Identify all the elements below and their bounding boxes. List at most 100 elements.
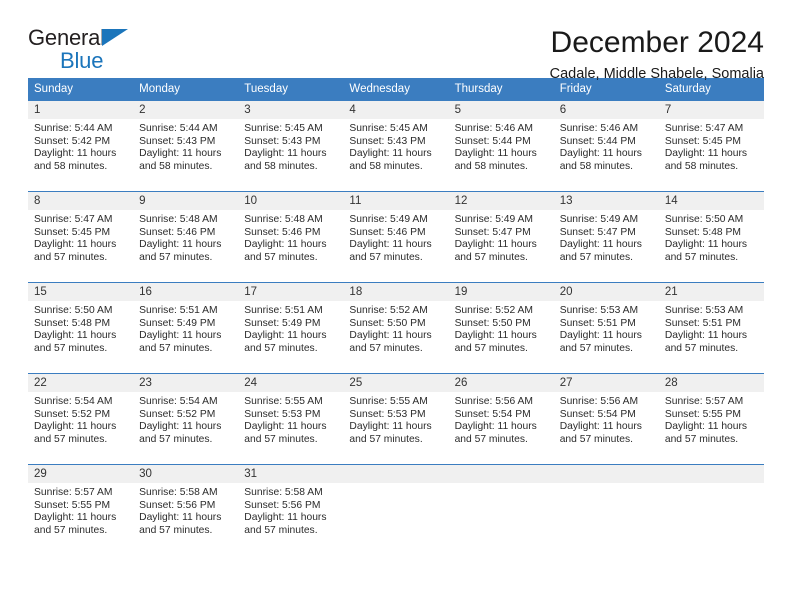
daylight-text-line1: Daylight: 11 hours: [559, 421, 642, 433]
day-cell[interactable]: 26 Sunrise: 5:56 AM Sunset: 5:54 PM Dayligh…: [448, 373, 554, 465]
sunset-text: Sunset: 5:42 PM: [34, 135, 111, 147]
daylight-text-line2: and 57 minutes.: [664, 251, 739, 263]
day-cell[interactable]: 1 Sunrise: 5:44 AM Sunset: 5:42 PM Daylight…: [28, 100, 134, 192]
calendar-page: General Blue December 2024 Cadale, Middl…: [0, 0, 792, 612]
daylight-text-line2: and 58 minutes.: [139, 160, 213, 172]
sunset-text: Sunset: 5:48 PM: [34, 317, 111, 329]
daylight-text-line2: and 58 minutes.: [559, 160, 633, 172]
daylight-text-line2: and 57 minutes.: [559, 251, 633, 263]
sunset-text: Sunset: 5:50 PM: [349, 317, 426, 329]
day-cell[interactable]: 19 Sunrise: 5:52 AM Sunset: 5:50 PM Dayligh…: [448, 282, 554, 374]
day-cell[interactable]: 27 Sunrise: 5:56 AM Sunset: 5:54 PM Dayligh…: [553, 373, 659, 465]
day-cell[interactable]: 29 Sunrise: 5:57 AM Sunset: 5:55 PM Dayligh…: [28, 464, 134, 555]
day-cell[interactable]: 20 Sunrise: 5:53 AM Sunset: 5:51 PM Dayligh…: [553, 282, 659, 374]
sunset-text: Sunset: 5:47 PM: [559, 226, 636, 238]
day-cell[interactable]: 17 Sunrise: 5:51 AM Sunset: 5:49 PM Dayligh…: [238, 282, 344, 374]
day-cell[interactable]: 2 Sunrise: 5:44 AM Sunset: 5:43 PM Daylight…: [133, 100, 239, 192]
day-details: Sunrise: 5:58 AM Sunset: 5:56 PM Daylight:…: [133, 483, 238, 537]
sunrise-text: Sunrise: 5:48 AM: [139, 214, 218, 225]
daylight-text-line1: Daylight: 11 hours: [664, 239, 748, 251]
daylight-text-line1: Daylight: 11 hours: [244, 512, 327, 524]
sunset-text: Sunset: 5:49 PM: [139, 317, 216, 329]
daylight-text-line1: Daylight: 11 hours: [349, 148, 432, 160]
daylight-text-line2: and 57 minutes.: [34, 342, 108, 354]
day-details: Sunrise: 5:52 AM Sunset: 5:50 PM Daylight:…: [343, 301, 448, 355]
sunrise-text: Sunrise: 5:57 AM: [664, 396, 744, 407]
sunset-text: Sunset: 5:55 PM: [34, 499, 111, 511]
day-cell[interactable]: 4 Sunrise: 5:45 AM Sunset: 5:43 PM Daylight…: [343, 100, 449, 192]
day-number: 21: [658, 283, 764, 301]
day-cell-empty: [448, 464, 554, 555]
day-cell[interactable]: 9 Sunrise: 5:48 AM Sunset: 5:46 PM Daylight…: [133, 191, 239, 283]
day-cell[interactable]: 10 Sunrise: 5:48 AM Sunset: 5:46 PM Dayligh…: [238, 191, 344, 283]
day-details: Sunrise: 5:46 AM Sunset: 5:44 PM Daylight:…: [554, 119, 659, 173]
sunrise-sunset-calendar: Sunday Monday Tuesday Wednesday Thursday…: [28, 78, 764, 555]
daylight-text-line1: Daylight: 11 hours: [349, 330, 432, 342]
sunset-text: Sunset: 5:45 PM: [664, 135, 741, 147]
daylight-text-line2: and 58 minutes.: [244, 160, 318, 172]
daylight-text-line2: and 57 minutes.: [349, 342, 423, 354]
day-cell[interactable]: 23 Sunrise: 5:54 AM Sunset: 5:52 PM Dayligh…: [133, 373, 239, 465]
day-cell[interactable]: 7 Sunrise: 5:47 AM Sunset: 5:45 PM Daylight…: [658, 100, 764, 192]
day-number: 24: [238, 374, 344, 392]
sunset-text: Sunset: 5:44 PM: [454, 135, 531, 147]
calendar-week-row: 1 Sunrise: 5:44 AM Sunset: 5:42 PM Daylight…: [28, 100, 764, 192]
daylight-text-line2: and 57 minutes.: [139, 342, 213, 354]
day-cell[interactable]: 21 Sunrise: 5:53 AM Sunset: 5:51 PM Dayligh…: [658, 282, 764, 374]
daylight-text-line1: Daylight: 11 hours: [664, 148, 748, 160]
day-details: Sunrise: 5:49 AM Sunset: 5:46 PM Daylight:…: [343, 210, 448, 264]
daylight-text-line2: and 57 minutes.: [349, 433, 423, 445]
page-subtitle: Cadale, Middle Shabele, Somalia: [549, 66, 764, 82]
day-number: 10: [238, 192, 344, 210]
sunset-text: Sunset: 5:43 PM: [139, 135, 216, 147]
day-cell[interactable]: 15 Sunrise: 5:50 AM Sunset: 5:48 PM Dayligh…: [28, 282, 134, 374]
general-blue-logo[interactable]: General Blue: [28, 26, 148, 73]
day-cell[interactable]: 28 Sunrise: 5:57 AM Sunset: 5:55 PM Dayligh…: [658, 373, 764, 465]
day-number: 17: [238, 283, 344, 301]
day-details: Sunrise: 5:57 AM Sunset: 5:55 PM Daylight:…: [659, 392, 764, 446]
daylight-text-line2: and 57 minutes.: [664, 433, 739, 445]
daylight-text-line1: Daylight: 11 hours: [34, 239, 117, 251]
day-details: Sunrise: 5:57 AM Sunset: 5:55 PM Daylight:…: [28, 483, 133, 537]
day-cell[interactable]: 14 Sunrise: 5:50 AM Sunset: 5:48 PM Dayligh…: [658, 191, 764, 283]
day-details: Sunrise: 5:53 AM Sunset: 5:51 PM Daylight:…: [554, 301, 659, 355]
daylight-text-line1: Daylight: 11 hours: [454, 330, 537, 342]
day-cell[interactable]: 3 Sunrise: 5:45 AM Sunset: 5:43 PM Daylight…: [238, 100, 344, 192]
day-cell[interactable]: 12 Sunrise: 5:49 AM Sunset: 5:47 PM Dayligh…: [448, 191, 554, 283]
day-number: 19: [448, 283, 554, 301]
daylight-text-line2: and 57 minutes.: [454, 342, 528, 354]
day-details: Sunrise: 5:49 AM Sunset: 5:47 PM Daylight:…: [449, 210, 554, 264]
sunset-text: Sunset: 5:46 PM: [244, 226, 321, 238]
day-cell[interactable]: 30 Sunrise: 5:58 AM Sunset: 5:56 PM Dayligh…: [133, 464, 239, 555]
calendar-week-row: 22 Sunrise: 5:54 AM Sunset: 5:52 PM Dayligh…: [28, 373, 764, 465]
daylight-text-line2: and 57 minutes.: [349, 251, 423, 263]
day-details: Sunrise: 5:53 AM Sunset: 5:51 PM Daylight:…: [659, 301, 764, 355]
logo-text-blue: Blue: [60, 48, 104, 73]
daylight-text-line2: and 57 minutes.: [244, 433, 318, 445]
daylight-text-line1: Daylight: 11 hours: [559, 239, 642, 251]
day-cell[interactable]: 6 Sunrise: 5:46 AM Sunset: 5:44 PM Daylight…: [553, 100, 659, 192]
sunset-text: Sunset: 5:54 PM: [559, 408, 636, 420]
day-details: Sunrise: 5:56 AM Sunset: 5:54 PM Daylight:…: [554, 392, 659, 446]
day-cell[interactable]: 24 Sunrise: 5:55 AM Sunset: 5:53 PM Dayligh…: [238, 373, 344, 465]
day-details: Sunrise: 5:50 AM Sunset: 5:48 PM Daylight:…: [659, 210, 764, 264]
day-cell[interactable]: 22 Sunrise: 5:54 AM Sunset: 5:52 PM Dayligh…: [28, 373, 134, 465]
daylight-text-line1: Daylight: 11 hours: [349, 239, 432, 251]
day-cell[interactable]: 18 Sunrise: 5:52 AM Sunset: 5:50 PM Dayligh…: [343, 282, 449, 374]
sunrise-text: Sunrise: 5:55 AM: [244, 396, 323, 407]
day-cell[interactable]: 8 Sunrise: 5:47 AM Sunset: 5:45 PM Daylight…: [28, 191, 134, 283]
day-cell[interactable]: 5 Sunrise: 5:46 AM Sunset: 5:44 PM Daylight…: [448, 100, 554, 192]
day-number: 30: [133, 465, 239, 483]
daylight-text-line1: Daylight: 11 hours: [244, 239, 327, 251]
day-number: 2: [133, 101, 239, 119]
day-cell[interactable]: 11 Sunrise: 5:49 AM Sunset: 5:46 PM Dayligh…: [343, 191, 449, 283]
day-cell[interactable]: 13 Sunrise: 5:49 AM Sunset: 5:47 PM Dayligh…: [553, 191, 659, 283]
sunrise-text: Sunrise: 5:48 AM: [244, 214, 323, 225]
daylight-text-line1: Daylight: 11 hours: [559, 148, 642, 160]
daylight-text-line1: Daylight: 11 hours: [664, 421, 748, 433]
day-cell[interactable]: 31 Sunrise: 5:58 AM Sunset: 5:56 PM Dayligh…: [238, 464, 344, 555]
daylight-text-line1: Daylight: 11 hours: [139, 421, 222, 433]
day-cell[interactable]: 16 Sunrise: 5:51 AM Sunset: 5:49 PM Dayligh…: [133, 282, 239, 374]
day-details: Sunrise: 5:54 AM Sunset: 5:52 PM Daylight:…: [28, 392, 133, 446]
day-cell[interactable]: 25 Sunrise: 5:55 AM Sunset: 5:53 PM Dayligh…: [343, 373, 449, 465]
